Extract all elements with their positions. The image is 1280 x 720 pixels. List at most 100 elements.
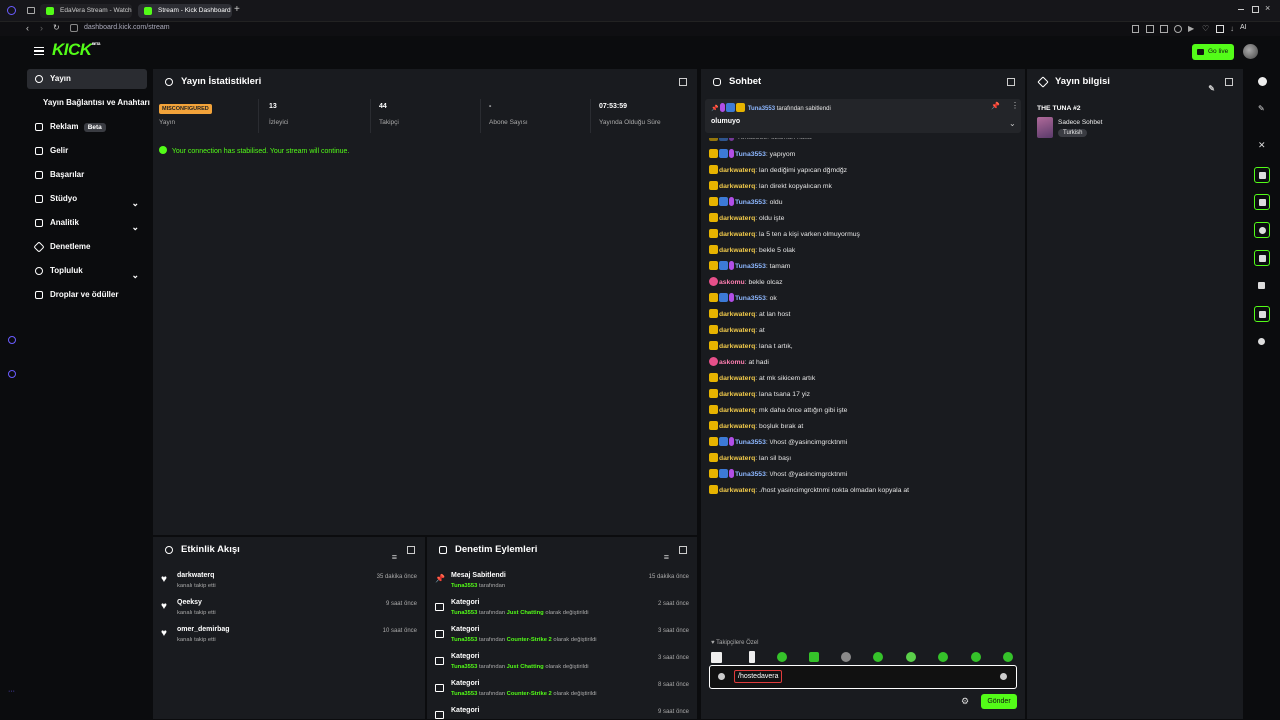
filter-icon[interactable]: ≡ <box>664 544 669 570</box>
left-rail-clock-icon[interactable] <box>8 370 16 378</box>
chat-message[interactable]: darkwaterq: boşluk bırak at <box>709 421 803 433</box>
chat-message[interactable]: darkwaterq: at lan host <box>709 309 790 321</box>
emote-icon[interactable] <box>711 652 722 663</box>
minimize-icon[interactable] <box>1238 9 1244 10</box>
download-icon[interactable]: ↓ <box>1230 24 1234 33</box>
popout-icon[interactable] <box>679 546 687 554</box>
chat-message[interactable]: darkwaterq: lana t artık, <box>709 341 793 353</box>
stream-tag[interactable]: Turkish <box>1058 129 1088 137</box>
sidebar-item-yayin[interactable]: Yayın <box>27 69 147 89</box>
chat-message[interactable]: darkwaterq: oldu işte <box>709 213 784 225</box>
tab-kick-dashboard[interactable]: Stream - Kick Dashboard <box>138 4 232 18</box>
new-tab-button[interactable]: + <box>234 4 240 15</box>
sidebar-item-denetleme[interactable]: Denetleme <box>27 237 147 257</box>
url-text[interactable]: dashboard.kick.com/stream <box>84 24 170 31</box>
player-icon[interactable]: ▶ <box>1188 24 1194 33</box>
extensions-icon[interactable] <box>1216 25 1224 33</box>
edit-icon[interactable]: ✎ <box>1208 76 1215 102</box>
send-button[interactable]: Gönder <box>981 694 1017 709</box>
kick-logo[interactable]: KICKBETA <box>52 40 101 60</box>
chat-username[interactable]: darkwaterq <box>719 343 755 350</box>
sidebar-item-analitik[interactable]: Analitik ⌄ <box>27 213 147 233</box>
chat-settings-icon[interactable]: ⚙ <box>961 696 969 707</box>
emote-icon[interactable] <box>873 652 883 662</box>
chat-username[interactable]: darkwaterq <box>719 455 755 462</box>
tabs-icon[interactable] <box>1160 25 1168 33</box>
emote-icon[interactable] <box>1003 652 1013 662</box>
sidebar-item-studyo[interactable]: Stüdyo ⌄ <box>27 189 147 209</box>
more-options-icon[interactable]: ⋮ <box>1011 101 1019 110</box>
chat-message[interactable]: darkwaterq: la 5 ten a kişi varken olmuy… <box>709 229 860 241</box>
chat-message[interactable]: askomu: bekle olcaz <box>709 277 782 289</box>
chat-username[interactable]: Tuna3553 <box>735 471 766 478</box>
site-info-icon[interactable] <box>70 24 78 32</box>
chat-message[interactable]: darkwaterq: ./host yasincimgrcktnmi nokt… <box>709 485 909 497</box>
chevron-down-icon[interactable]: ⌄ <box>1009 119 1016 128</box>
pinned-message[interactable]: 📌 Tuna3553 tarafından sabitlendi olumuyo… <box>705 99 1021 133</box>
maximize-icon[interactable] <box>1252 6 1259 13</box>
chat-username[interactable]: Tuna3553 <box>735 439 766 446</box>
chat-username[interactable]: darkwaterq <box>719 487 755 494</box>
chat-username[interactable]: darkwaterq <box>719 391 755 398</box>
left-rail-more-icon[interactable]: ··· <box>8 688 15 695</box>
chat-username[interactable]: darkwaterq <box>719 167 755 174</box>
sidebar-item-stream-key[interactable]: Yayın Bağlantısı ve Anahtarı <box>27 93 152 113</box>
popout-icon[interactable] <box>1225 78 1233 86</box>
chat-message[interactable]: Tuna3553: yapıyom <box>709 149 795 161</box>
popout-icon[interactable] <box>407 546 415 554</box>
chat-username[interactable]: darkwaterq <box>719 407 755 414</box>
forward-icon[interactable]: › <box>40 23 43 33</box>
emote-icon[interactable] <box>938 652 948 662</box>
chat-message[interactable]: darkwaterq: lana tsana 17 yiz <box>709 389 810 401</box>
close-x-icon[interactable]: ✕ <box>1258 140 1266 151</box>
ai-button[interactable]: AI <box>1240 24 1247 31</box>
chat-username[interactable]: Tuna3553 <box>735 295 766 302</box>
quick-action-chat[interactable] <box>1254 222 1270 238</box>
chat-username[interactable]: darkwaterq <box>719 327 755 334</box>
chat-message[interactable]: darkwaterq: lan dediğimi yapıcan dğmdğz <box>709 165 847 177</box>
popout-icon[interactable] <box>1007 78 1015 86</box>
chat-message[interactable]: Tuna3553: \/host @yasincimgrcktnmi <box>709 469 847 481</box>
stream-category[interactable]: Sadece Sohbet <box>1058 119 1102 126</box>
go-live-button[interactable]: Go live <box>1192 44 1234 60</box>
info-icon[interactable] <box>1258 77 1267 86</box>
sidebar-item-gelir[interactable]: Gelir <box>27 141 147 161</box>
chat-message[interactable]: darkwaterq: mk daha önce attığın gibi iş… <box>709 405 847 417</box>
chat-input[interactable]: /hostedavera <box>709 665 1017 689</box>
chat-message[interactable]: darkwaterq: lan sil başı <box>709 453 791 465</box>
chat-message[interactable]: Tuna3553: tamam <box>709 261 790 273</box>
popout-icon[interactable] <box>679 78 687 86</box>
chat-username[interactable]: askomu <box>719 359 745 366</box>
avatar[interactable] <box>1243 44 1258 59</box>
quick-action-clipboard[interactable] <box>1254 194 1270 210</box>
chat-message[interactable]: askomu: at hadi <box>709 357 769 369</box>
filter-icon[interactable]: ≡ <box>392 544 397 570</box>
bookmark-icon[interactable] <box>1132 25 1139 33</box>
reload-icon[interactable]: ↻ <box>53 23 60 32</box>
chat-message[interactable]: darkwaterq: lan direkt kopyalıcan mk <box>709 181 832 193</box>
chat-message[interactable]: Tuna3553: \/host @yasincimgrcktnmi <box>709 437 847 449</box>
chat-username[interactable]: askomu <box>719 279 745 286</box>
emoji-picker-icon[interactable] <box>1000 673 1007 680</box>
chat-username[interactable]: Tuna3553 <box>735 151 766 158</box>
left-rail-people-icon[interactable] <box>8 336 16 344</box>
chat-username[interactable]: darkwaterq <box>719 215 755 222</box>
screenshot-icon[interactable] <box>1146 25 1154 33</box>
sidebar-item-droplar[interactable]: Droplar ve ödüller <box>27 285 147 305</box>
emote-icon[interactable] <box>809 652 819 662</box>
chat-username[interactable]: darkwaterq <box>719 247 755 254</box>
follower-name[interactable]: Qeeksy <box>177 599 202 606</box>
emote-icon[interactable] <box>971 652 981 662</box>
chat-username[interactable]: Tuna3553 <box>735 199 766 206</box>
hamburger-menu-icon[interactable] <box>34 47 44 55</box>
emoji-left-icon[interactable] <box>718 673 725 680</box>
back-icon[interactable]: ‹ <box>26 23 29 33</box>
quick-action-lightning[interactable] <box>1254 167 1270 183</box>
chat-username[interactable]: darkwaterq <box>719 231 755 238</box>
tab-overview-icon[interactable] <box>27 7 35 14</box>
sidebar-item-reklam[interactable]: Reklam Beta <box>27 117 147 137</box>
chat-username[interactable]: darkwaterq <box>719 183 755 190</box>
follower-name[interactable]: omer_demirbag <box>177 626 230 633</box>
quick-action-layers[interactable] <box>1254 278 1270 294</box>
unpin-icon[interactable]: 📌 <box>991 102 1000 110</box>
